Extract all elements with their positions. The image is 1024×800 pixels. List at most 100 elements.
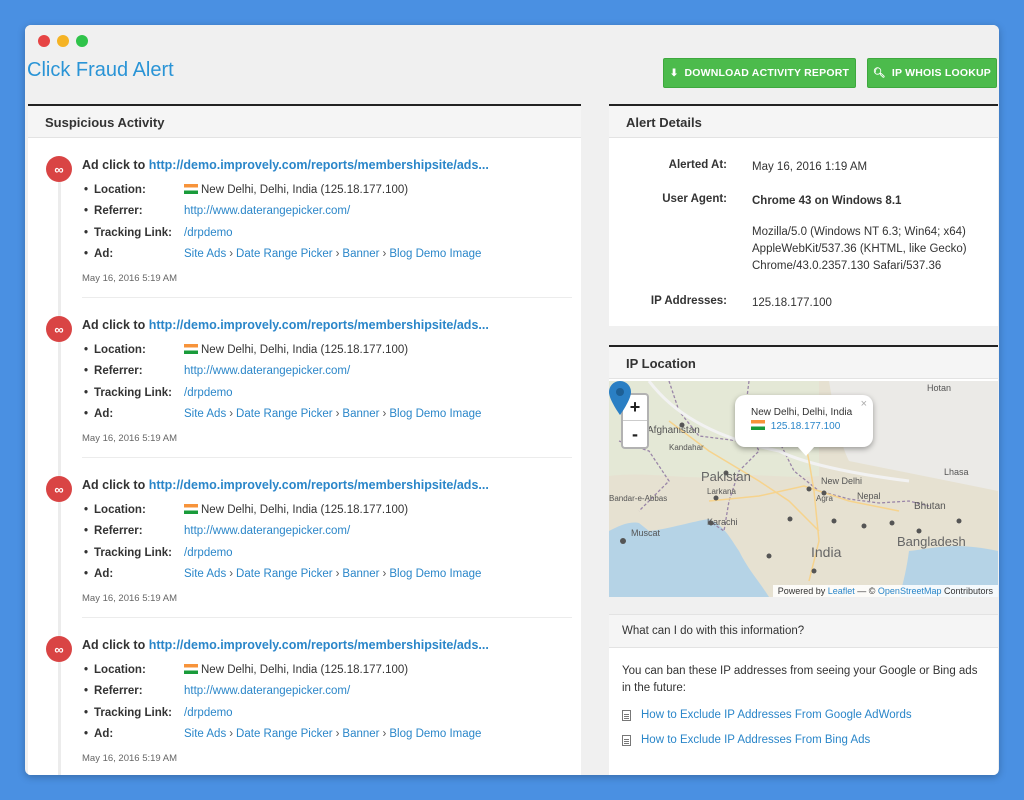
entry-url-link[interactable]: http://demo.improvely.com/reports/member… [149,158,489,172]
search-icon: 🔍︎ [873,67,886,79]
zoom-out-button[interactable]: - [623,421,647,447]
popup-close-icon[interactable]: × [861,398,867,410]
referrer-link[interactable]: http://www.daterangepicker.com/ [184,525,350,537]
panel-title: Alert Details [609,106,998,138]
ad-path-ad[interactable]: Blog Demo Image [389,248,481,260]
referrer-link[interactable]: http://www.daterangepicker.com/ [184,685,350,697]
minimize-window-button[interactable] [57,35,69,47]
ad-path-site-ads[interactable]: Site Ads [184,248,226,260]
bing-help-link[interactable]: How to Exclude IP Addresses From Bing Ad… [622,734,870,746]
ad-path-site-ads[interactable]: Site Ads [184,728,226,740]
ad-path-group[interactable]: Banner [342,568,379,580]
tracking-link[interactable]: /drpdemo [184,227,233,239]
popup-ip-link[interactable]: 125.18.177.100 [771,421,841,432]
info-panel: What can I do with this information? You… [609,614,998,775]
ad-path-site-ads[interactable]: Site Ads [184,408,226,420]
location-value: New Delhi, Delhi, India (125.18.177.100) [184,504,408,516]
entry-headline: Ad click to http://demo.improvely.com/re… [82,158,489,172]
leaflet-link[interactable]: Leaflet [828,586,855,596]
location-text: New Delhi, Delhi, India (125.18.177.100) [201,184,409,196]
panel-title: Suspicious Activity [28,106,581,138]
india-flag-icon [184,664,198,674]
attribution-mid: — © [854,586,878,596]
ip-address-value: 125.18.177.100 [752,297,832,309]
map-label-pakistan: Pakistan [701,469,751,484]
ip-whois-button[interactable]: 🔍︎ IP WHOIS LOOKUP [867,58,997,88]
chevron-right-icon: › [382,728,387,740]
entry-url-link[interactable]: http://demo.improvely.com/reports/member… [149,318,489,332]
user-agent-label: User Agent: [662,193,727,205]
entry-headline: Ad click to http://demo.improvely.com/re… [82,478,489,492]
entry-divider [82,457,572,458]
download-icon: ⬇ [669,67,679,79]
location-text: New Delhi, Delhi, India (125.18.177.100) [201,504,409,516]
chevron-right-icon: › [335,408,340,420]
download-report-button[interactable]: ⬇ DOWNLOAD ACTIVITY REPORT [663,58,856,88]
map-label-india: India [811,544,842,560]
entry-url-link[interactable]: http://demo.improvely.com/reports/member… [149,478,489,492]
chevron-right-icon: › [382,248,387,260]
close-window-button[interactable] [38,35,50,47]
chevron-right-icon: › [229,728,234,740]
attribution-suffix: Contributors [941,586,993,596]
suspicious-activity-panel: Suspicious Activity ∞ Ad click to http://… [28,104,581,775]
referrer-link[interactable]: http://www.daterangepicker.com/ [184,365,350,377]
adwords-help-link[interactable]: How to Exclude IP Addresses From Google … [622,709,912,721]
location-label: Location: [84,184,146,196]
ad-path-site-ads[interactable]: Site Ads [184,568,226,580]
ad-path-ad[interactable]: Blog Demo Image [389,568,481,580]
map-popup: × New Delhi, Delhi, India 125.18.177.100 [735,395,873,456]
tracking-link[interactable]: /drpdemo [184,387,233,399]
tracking-label: Tracking Link: [84,547,172,559]
map-label-new-delhi: New Delhi [821,476,863,486]
map-label-bandar: Bandar-e-Abbas [609,494,668,503]
maximize-window-button[interactable] [76,35,88,47]
map-label-lhasa: Lhasa [944,467,969,477]
ad-path-ad[interactable]: Blog Demo Image [389,728,481,740]
referrer-label: Referrer: [84,365,143,377]
map-label-bhutan: Bhutan [914,501,946,512]
chevron-right-icon: › [335,248,340,260]
entry-date: May 16, 2016 5:19 AM [82,593,178,604]
link-icon: ∞ [46,476,72,502]
user-agent-full: Mozilla/5.0 (Windows NT 6.3; Win64; x64)… [752,226,967,272]
tracking-link[interactable]: /drpdemo [184,547,233,559]
map-label-agra: Agra [816,494,833,503]
ad-path-group[interactable]: Banner [342,728,379,740]
referrer-link[interactable]: http://www.daterangepicker.com/ [184,205,350,217]
ad-path-campaign[interactable]: Date Range Picker [236,408,333,420]
location-map[interactable]: Afghanistan Kandahar Pakistan Larkana Ka… [609,381,998,597]
entry-headline: Ad click to http://demo.improvely.com/re… [82,318,489,332]
entry-date: May 16, 2016 5:19 AM [82,433,178,444]
entry-url-link[interactable]: http://demo.improvely.com/reports/member… [149,638,489,652]
ad-path-ad[interactable]: Blog Demo Image [389,408,481,420]
bing-help-label: How to Exclude IP Addresses From Bing Ad… [641,734,871,746]
ad-label: Ad: [84,728,113,740]
map-label-nepal: Nepal [857,491,881,501]
openstreetmap-link[interactable]: OpenStreetMap [878,586,942,596]
ad-path-group[interactable]: Banner [342,248,379,260]
ad-path-campaign[interactable]: Date Range Picker [236,568,333,580]
india-flag-icon [184,504,198,514]
referrer-label: Referrer: [84,525,143,537]
chevron-right-icon: › [229,568,234,580]
map-marker-icon[interactable] [609,381,631,415]
chevron-right-icon: › [335,568,340,580]
ip-whois-label: IP WHOIS LOOKUP [891,67,991,79]
tracking-link[interactable]: /drpdemo [184,707,233,719]
entry-prefix: Ad click to [82,478,149,492]
location-value: New Delhi, Delhi, India (125.18.177.100) [184,344,408,356]
ip-location-panel: IP Location Afghanistan Kandahar Pakista… [609,345,998,597]
ad-path-group[interactable]: Banner [342,408,379,420]
location-label: Location: [84,504,146,516]
ad-label: Ad: [84,408,113,420]
ad-path-campaign[interactable]: Date Range Picker [236,248,333,260]
entry-prefix: Ad click to [82,638,149,652]
tracking-label: Tracking Link: [84,707,172,719]
ad-path-campaign[interactable]: Date Range Picker [236,728,333,740]
india-flag-icon [184,184,198,194]
tracking-label: Tracking Link: [84,387,172,399]
ad-breadcrumb: Site Ads › Date Range Picker › Banner › Blog D… [184,728,481,740]
location-label: Location: [84,664,146,676]
location-text: New Delhi, Delhi, India (125.18.177.100) [201,664,409,676]
